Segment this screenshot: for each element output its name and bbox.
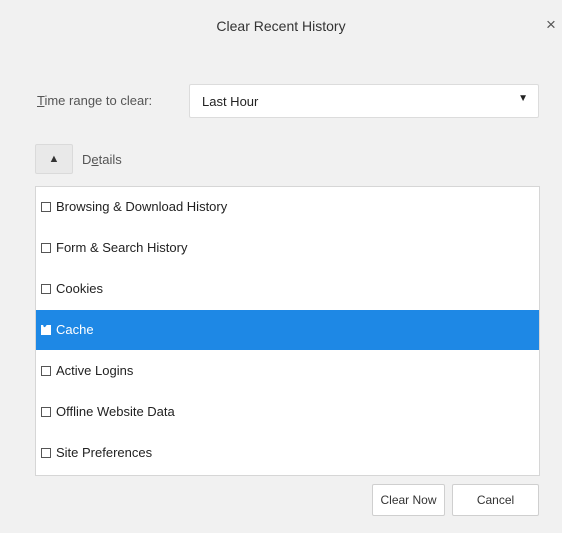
title-bar: Clear Recent History ×: [0, 0, 562, 50]
checkbox-unchecked[interactable]: [41, 202, 51, 212]
checkmark-icon: ✔: [42, 320, 51, 331]
checkbox-unchecked[interactable]: [41, 448, 51, 458]
list-item[interactable]: ✔ Cache: [36, 310, 539, 350]
cancel-button[interactable]: Cancel: [452, 484, 539, 516]
checkbox-unchecked[interactable]: [41, 366, 51, 376]
checkbox-unchecked[interactable]: [41, 407, 51, 417]
details-label-rest: tails: [98, 152, 122, 167]
details-label-mnemonic: e: [91, 152, 99, 167]
time-range-selected-value: Last Hour: [202, 94, 259, 109]
list-item-label: Active Logins: [56, 363, 134, 378]
checkbox-unchecked[interactable]: [41, 284, 51, 294]
dropdown-arrow-icon: ▼: [518, 93, 528, 104]
list-item-label: Site Preferences: [56, 445, 153, 460]
details-label: Details: [82, 152, 122, 167]
details-label-start: D: [82, 152, 92, 167]
list-item-label: Cache: [56, 322, 94, 337]
clear-history-dialog: Clear Recent History × Time range to cle…: [0, 0, 562, 533]
list-item[interactable]: Form & Search History: [36, 228, 539, 268]
list-item[interactable]: Active Logins: [36, 351, 539, 391]
details-toggle-button[interactable]: ▲: [35, 144, 73, 174]
list-item[interactable]: Cookies: [36, 269, 539, 309]
list-item-label: Browsing & Download History: [56, 199, 228, 214]
list-item-label: Cookies: [56, 281, 103, 296]
clear-now-button[interactable]: Clear Now: [372, 484, 445, 516]
history-items-list: Browsing & Download History Form & Search…: [35, 186, 540, 476]
close-icon[interactable]: ×: [540, 12, 562, 38]
checkbox-checked[interactable]: ✔: [41, 321, 51, 335]
dialog-title: Clear Recent History: [216, 18, 346, 34]
time-range-dropdown[interactable]: Last Hour ▼: [189, 84, 539, 118]
list-item[interactable]: Offline Website Data: [36, 392, 539, 432]
list-item[interactable]: Site Preferences: [36, 433, 539, 473]
list-item-label: Form & Search History: [56, 240, 188, 255]
chevron-up-icon: ▲: [48, 153, 60, 165]
time-range-label: Time range to clear:: [37, 93, 152, 108]
list-item-label: Offline Website Data: [56, 404, 175, 419]
checkbox-unchecked[interactable]: [41, 243, 51, 253]
list-item[interactable]: Browsing & Download History: [36, 187, 539, 227]
time-range-label-text: ime range to clear:: [44, 93, 153, 108]
